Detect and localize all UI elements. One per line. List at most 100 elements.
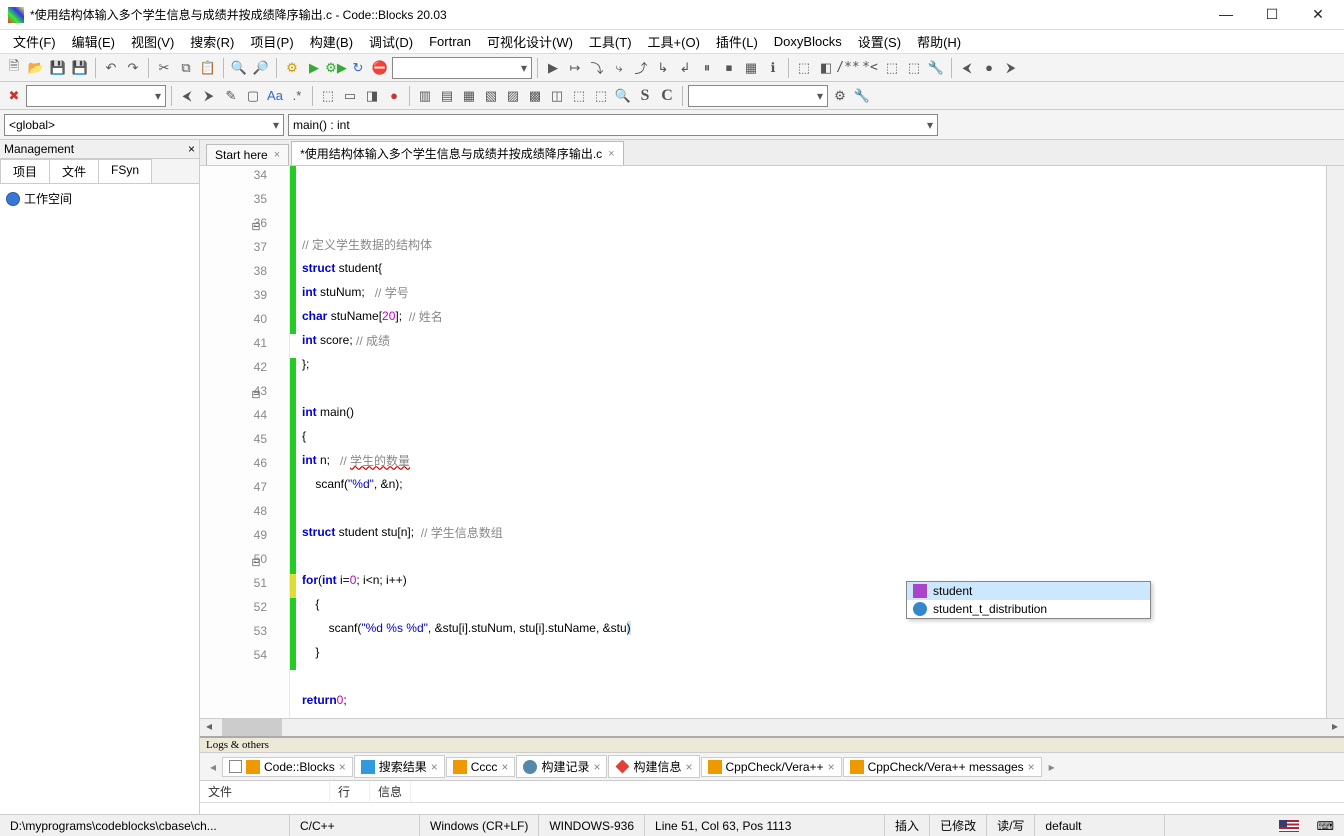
code-content[interactable]: // 定义学生数据的结构体struct student{ int stuNum;… — [296, 166, 1326, 718]
editor-tab[interactable]: Start here× — [206, 144, 289, 165]
scope-combo[interactable]: <global>▾ — [4, 114, 284, 136]
menu-item[interactable]: DoxyBlocks — [767, 32, 849, 51]
sidebar-tab[interactable]: 项目 — [0, 159, 50, 183]
next-icon[interactable]: ⮞ — [199, 86, 219, 106]
menu-item[interactable]: 工具(T) — [582, 30, 639, 53]
rebuild-icon[interactable]: ↻ — [348, 58, 368, 78]
b2-icon[interactable]: ▤ — [437, 86, 457, 106]
run-icon[interactable]: ▶ — [304, 58, 324, 78]
dbg-out-icon[interactable]: ⤴ — [631, 58, 651, 78]
logtab-scroll-right[interactable]: ▸ — [1043, 760, 1061, 774]
dbg-stepi-icon[interactable]: ↲ — [675, 58, 695, 78]
sidebar-tab[interactable]: 文件 — [49, 159, 99, 183]
zoom-icon[interactable]: 🔍 — [613, 86, 633, 106]
build-icon[interactable]: ⚙ — [282, 58, 302, 78]
maximize-button[interactable]: ☐ — [1258, 6, 1286, 23]
undo-icon[interactable]: ↶ — [101, 58, 121, 78]
copy-icon[interactable]: ⧉ — [176, 58, 196, 78]
menu-item[interactable]: Fortran — [422, 32, 478, 51]
menu-item[interactable]: 编辑(E) — [65, 30, 122, 53]
menu-item[interactable]: 帮助(H) — [910, 30, 968, 53]
sidebar-tab[interactable]: FSyn — [98, 159, 152, 183]
search-combo[interactable]: ▾ — [26, 85, 166, 107]
autocomplete-item[interactable]: student_t_distribution — [907, 600, 1150, 618]
editor-tab[interactable]: *使用结构体输入多个学生信息与成绩并按成绩降序输出.c× — [291, 141, 623, 165]
vscrollbar[interactable] — [1326, 166, 1344, 718]
b1-icon[interactable]: ▥ — [415, 86, 435, 106]
b7-icon[interactable]: ◫ — [547, 86, 567, 106]
replace-icon[interactable]: 🔎 — [251, 58, 271, 78]
log-col-header[interactable]: 信息 — [370, 781, 411, 802]
b5-icon[interactable]: ▨ — [503, 86, 523, 106]
log-col-header[interactable]: 行 — [330, 781, 370, 802]
abort-icon[interactable]: ⛔ — [370, 58, 390, 78]
logtab-scroll-left[interactable]: ◂ — [204, 760, 222, 774]
code-view[interactable]: 343536⊟37383940414243⊟44454647484950⊟515… — [200, 166, 1344, 718]
dbg-runto-icon[interactable]: ↦ — [565, 58, 585, 78]
open-icon[interactable]: 📂 — [26, 58, 46, 78]
clear-icon[interactable]: ✖ — [4, 86, 24, 106]
tog-icon[interactable]: ◨ — [362, 86, 382, 106]
menu-item[interactable]: 搜索(R) — [183, 30, 241, 53]
log-tab[interactable]: Code::Blocks× — [222, 757, 353, 777]
hl2-icon[interactable]: ▢ — [243, 86, 263, 106]
nav-fwd-icon[interactable]: ⮞ — [1001, 58, 1021, 78]
project-tree[interactable]: 工作空间 — [0, 184, 199, 814]
autocomplete-popup[interactable]: studentstudent_t_distribution — [906, 581, 1151, 619]
b8-icon[interactable]: ⬚ — [569, 86, 589, 106]
sel-icon[interactable]: ⬚ — [318, 86, 338, 106]
nav-back-icon[interactable]: ⮜ — [957, 58, 977, 78]
save-all-icon[interactable]: 💾 — [70, 58, 90, 78]
menu-item[interactable]: 视图(V) — [124, 30, 181, 53]
doxy-cmt-icon[interactable]: /** — [838, 58, 858, 78]
new-file-icon[interactable]: 🗎 — [4, 58, 24, 78]
tab-close-icon[interactable]: × — [608, 148, 614, 160]
doxy-cmt2-icon[interactable]: *< — [860, 58, 880, 78]
menu-item[interactable]: 文件(F) — [6, 30, 63, 53]
doxy-chm-icon[interactable]: ⬚ — [904, 58, 924, 78]
find-icon[interactable]: 🔍 — [229, 58, 249, 78]
dbg-stop-icon[interactable]: ⏹ — [719, 58, 739, 78]
doxy-help-icon[interactable]: ⬚ — [882, 58, 902, 78]
doxy-cfg-icon[interactable]: 🔧 — [926, 58, 946, 78]
dbg-info-icon[interactable]: ℹ — [763, 58, 783, 78]
s-icon[interactable]: S — [635, 86, 655, 106]
doxy-run-icon[interactable]: ⬚ — [794, 58, 814, 78]
minimize-button[interactable]: — — [1212, 6, 1240, 23]
ime-icon[interactable]: ⌨ — [1307, 815, 1344, 836]
target-combo[interactable]: ▾ — [392, 57, 532, 79]
log-tab[interactable]: CppCheck/Vera++ messages× — [843, 757, 1042, 777]
extra-combo[interactable]: ▾ — [688, 85, 828, 107]
build-run-icon[interactable]: ⚙▶ — [326, 58, 346, 78]
rect-icon[interactable]: ▭ — [340, 86, 360, 106]
log-tab[interactable]: CppCheck/Vera++× — [701, 757, 842, 777]
autocomplete-item[interactable]: student — [907, 582, 1150, 600]
menu-item[interactable]: 设置(S) — [851, 30, 908, 53]
log-tab[interactable]: 搜索结果× — [354, 755, 445, 778]
redo-icon[interactable]: ↷ — [123, 58, 143, 78]
wrench-icon[interactable]: 🔧 — [852, 86, 872, 106]
b3-icon[interactable]: ▦ — [459, 86, 479, 106]
menu-item[interactable]: 调试(D) — [362, 30, 420, 53]
tab-close-icon[interactable]: × — [274, 149, 280, 161]
function-combo[interactable]: main() : int▾ — [288, 114, 938, 136]
dbg-win-icon[interactable]: ▦ — [741, 58, 761, 78]
dbg-start-icon[interactable]: ▶ — [543, 58, 563, 78]
status-ins[interactable]: 插入 — [885, 815, 930, 836]
line-gutter[interactable]: 343536⊟37383940414243⊟44454647484950⊟515… — [200, 166, 290, 718]
lang-flag-icon[interactable] — [1279, 820, 1299, 832]
save-icon[interactable]: 💾 — [48, 58, 68, 78]
prev-icon[interactable]: ⮜ — [177, 86, 197, 106]
menu-item[interactable]: 工具+(O) — [641, 30, 707, 53]
case-icon[interactable]: Aa — [265, 86, 285, 106]
dbg-break-icon[interactable]: ⏸ — [697, 58, 717, 78]
panel-close-icon[interactable]: × — [188, 142, 195, 156]
log-tab[interactable]: 构建记录× — [516, 755, 607, 778]
log-col-header[interactable]: 文件 — [200, 781, 330, 802]
close-button[interactable]: ✕ — [1304, 6, 1332, 23]
nav-mark-icon[interactable]: ● — [979, 58, 999, 78]
c-icon[interactable]: C — [657, 86, 677, 106]
log-tab[interactable]: Cccc× — [446, 757, 516, 777]
hl1-icon[interactable]: ✎ — [221, 86, 241, 106]
paste-icon[interactable]: 📋 — [198, 58, 218, 78]
